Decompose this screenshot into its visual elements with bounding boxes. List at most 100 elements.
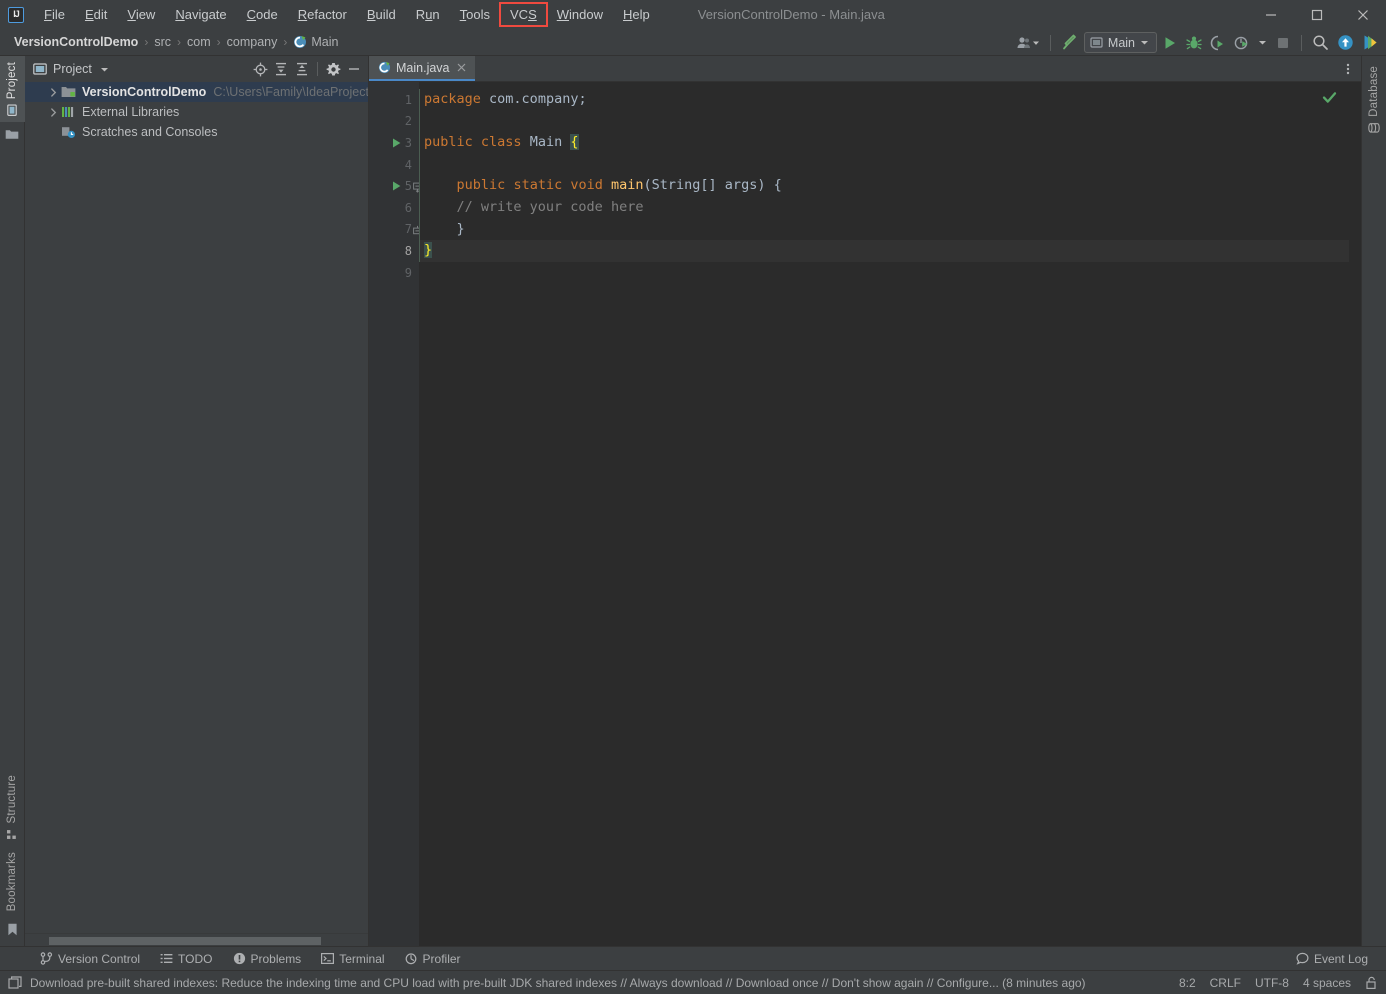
- sidebar-item-structure[interactable]: Structure: [0, 769, 25, 845]
- build-hammer-icon[interactable]: [1058, 32, 1082, 54]
- code-line-7[interactable]: }: [419, 219, 1349, 241]
- gutter-line-3[interactable]: 3: [369, 132, 419, 154]
- breadcrumb-item-company[interactable]: company: [227, 35, 278, 49]
- collapse-all-icon[interactable]: [292, 59, 312, 79]
- profile-dropdown-icon[interactable]: [1255, 32, 1270, 54]
- chevron-right-icon[interactable]: [47, 106, 60, 119]
- gutter-line-7[interactable]: 7: [369, 219, 422, 241]
- tree-node-external-libraries[interactable]: External Libraries: [25, 102, 368, 122]
- tool-window-profiler[interactable]: Profiler: [395, 947, 471, 971]
- close-icon[interactable]: [455, 61, 468, 74]
- debug-bug-icon[interactable]: [1183, 32, 1205, 54]
- menu-item-build[interactable]: Build: [357, 3, 406, 26]
- gutter-line-1[interactable]: 1: [369, 89, 419, 111]
- profile-icon[interactable]: [1231, 32, 1253, 54]
- run-gutter-icon[interactable]: [391, 137, 402, 148]
- read-write-lock-icon[interactable]: [1365, 976, 1378, 990]
- menu-item-edit[interactable]: Edit: [75, 3, 117, 26]
- menu-item-code[interactable]: Code: [237, 3, 288, 26]
- code-line-3[interactable]: public class Main {: [419, 132, 1349, 154]
- sidebar-item-structure-label: Structure: [6, 775, 18, 824]
- colorful-plugin-icon[interactable]: [1359, 32, 1382, 54]
- menu-item-vcs[interactable]: VCS: [499, 2, 548, 27]
- breadcrumb: VersionControlDemo › src › com › company › Main: [0, 35, 338, 49]
- close-icon[interactable]: [1340, 0, 1386, 29]
- line-separator[interactable]: CRLF: [1210, 976, 1241, 990]
- sidebar-item-bookmarks[interactable]: Bookmarks: [0, 846, 25, 917]
- breadcrumb-item-main[interactable]: Main: [293, 35, 338, 49]
- breadcrumb-label: company: [226, 35, 278, 49]
- menu-item-navigate[interactable]: Navigate: [165, 3, 236, 26]
- tab-main-java[interactable]: Main.java: [369, 56, 475, 81]
- select-opened-file-icon[interactable]: [250, 59, 270, 79]
- gutter-line-5[interactable]: 5: [369, 175, 422, 197]
- chevron-down-icon[interactable]: [100, 65, 109, 74]
- line-number: 9: [404, 265, 412, 280]
- tool-window-todo[interactable]: TODO: [150, 947, 222, 971]
- sidebar-item-database[interactable]: Database: [1362, 56, 1386, 140]
- tool-window-event-log[interactable]: Event Log: [1286, 947, 1378, 971]
- code-line-2[interactable]: [419, 111, 1349, 133]
- chevron-right-icon[interactable]: [47, 86, 60, 99]
- project-tree[interactable]: VersionControlDemo C:\Users\Family\IdeaPr…: [25, 82, 368, 933]
- sidebar-item-project[interactable]: Project: [0, 56, 25, 123]
- editor-gutter[interactable]: 1 2 3 4 5 6 7 8 9: [369, 82, 422, 946]
- run-gutter-icon[interactable]: [391, 181, 402, 192]
- breadcrumb-item-versioncontroldemo[interactable]: VersionControlDemo: [14, 35, 138, 49]
- run-play-icon[interactable]: [1159, 32, 1181, 54]
- more-vertical-icon[interactable]: [1341, 56, 1355, 82]
- status-message[interactable]: Download pre-built shared indexes: Reduc…: [30, 976, 1086, 990]
- menu-item-run[interactable]: Run: [406, 3, 450, 26]
- menu-item-refactor[interactable]: Refactor: [288, 3, 357, 26]
- menu-item-file[interactable]: File: [34, 3, 75, 26]
- caret-position[interactable]: 8:2: [1179, 976, 1196, 990]
- gutter-line-9[interactable]: 9: [369, 262, 419, 284]
- gutter-line-8[interactable]: 8: [369, 240, 419, 262]
- code-line-8[interactable]: }: [419, 240, 1349, 262]
- tree-node-versioncontroldemo[interactable]: VersionControlDemo C:\Users\Family\IdeaPr…: [25, 82, 368, 102]
- settings-gear-icon[interactable]: [323, 59, 343, 79]
- hide-icon[interactable]: [344, 59, 364, 79]
- gutter-line-2[interactable]: 2: [369, 111, 419, 133]
- folder-icon: [5, 130, 19, 140]
- tool-window-terminal[interactable]: Terminal: [311, 947, 394, 971]
- tool-window-problems[interactable]: Problems: [223, 947, 312, 971]
- run-with-coverage-icon[interactable]: [1207, 32, 1229, 54]
- code-line-5[interactable]: public static void main(String[] args) {: [419, 175, 1349, 197]
- maximize-icon[interactable]: [1294, 0, 1340, 29]
- update-project-icon[interactable]: [1334, 32, 1357, 54]
- search-everywhere-icon[interactable]: [1309, 32, 1332, 54]
- project-tree-hscrollbar[interactable]: [25, 933, 368, 946]
- sidebar-item-folder[interactable]: [0, 122, 25, 146]
- run-configuration-selector[interactable]: Main: [1083, 32, 1157, 53]
- menu-item-help[interactable]: Help: [613, 3, 660, 26]
- users-dropdown-icon[interactable]: [1013, 32, 1043, 54]
- breadcrumb-item-com[interactable]: com: [187, 35, 211, 49]
- menu-item-window[interactable]: Window: [547, 3, 613, 26]
- tool-window-version-control[interactable]: Version Control: [30, 947, 150, 971]
- intellij-idea-logo: IJ: [8, 6, 24, 23]
- file-encoding[interactable]: UTF-8: [1255, 976, 1289, 990]
- project-panel-header: Project: [25, 56, 368, 82]
- tree-node-scratches-and-consoles[interactable]: Scratches and Consoles: [25, 122, 368, 142]
- scrollbar-thumb[interactable]: [49, 937, 321, 945]
- expand-all-icon[interactable]: [271, 59, 291, 79]
- code-line-9[interactable]: [419, 262, 1349, 284]
- no-problems-checkmark-icon[interactable]: [1322, 90, 1337, 108]
- breadcrumb-label: Main: [311, 35, 339, 49]
- code-line-4[interactable]: [419, 154, 1349, 176]
- indent-setting[interactable]: 4 spaces: [1303, 976, 1351, 990]
- code-pane[interactable]: package com.company; public class Main {…: [419, 82, 1349, 946]
- intellij-idea-window: IJ File Edit View Navigate Code Refactor Build…: [0, 0, 1386, 994]
- gutter-line-4[interactable]: 4: [369, 154, 419, 176]
- breadcrumb-item-src[interactable]: src: [154, 35, 171, 49]
- code-line-1[interactable]: package com.company;: [419, 89, 1349, 111]
- gutter-line-6[interactable]: 6: [369, 197, 419, 219]
- code-line-6[interactable]: // write your code here: [419, 197, 1349, 219]
- notification-balloon-icon[interactable]: [8, 975, 22, 990]
- minimize-icon[interactable]: [1248, 0, 1294, 29]
- menu-item-view[interactable]: View: [117, 3, 165, 26]
- menu-item-tools[interactable]: Tools: [450, 3, 500, 26]
